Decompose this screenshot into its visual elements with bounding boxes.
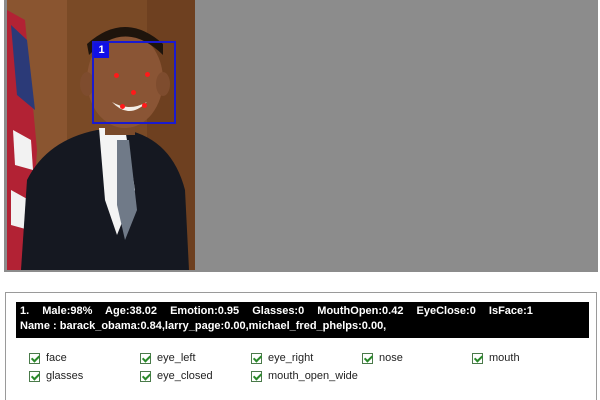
results-panel: 1. Male:98% Age:38.02 Emotion:0.95 Glass… bbox=[5, 292, 597, 400]
option-label: eye_right bbox=[268, 352, 314, 364]
face-checkbox[interactable] bbox=[29, 352, 40, 364]
eye-right-checkbox[interactable] bbox=[251, 352, 262, 364]
option-label: mouth_open_wide bbox=[268, 370, 358, 382]
glasses-value: Glasses:0 bbox=[252, 305, 305, 317]
mouth-open-wide-checkbox[interactable] bbox=[251, 370, 262, 382]
mouth-checkbox[interactable] bbox=[472, 352, 483, 364]
option-mouth[interactable]: mouth bbox=[472, 351, 520, 365]
option-label: eye_left bbox=[157, 352, 196, 364]
option-label: eye_closed bbox=[157, 370, 213, 382]
mouth-open-value: MouthOpen:0.42 bbox=[317, 305, 404, 317]
option-face[interactable]: face bbox=[29, 351, 67, 365]
face-id-badge: 1 bbox=[94, 43, 109, 58]
male-score: Male:98% bbox=[42, 305, 93, 317]
option-eye-right[interactable]: eye_right bbox=[251, 351, 313, 365]
option-label: face bbox=[46, 352, 67, 364]
option-eye-left[interactable]: eye_left bbox=[140, 351, 196, 365]
age-value: Age:38.02 bbox=[105, 305, 158, 317]
landmark-eye-left-dot bbox=[114, 73, 119, 78]
landmark-nose-dot bbox=[131, 90, 136, 95]
face-index: 1. bbox=[20, 305, 30, 317]
option-eye-closed[interactable]: eye_closed bbox=[140, 369, 213, 383]
nose-checkbox[interactable] bbox=[362, 352, 373, 364]
is-face-value: IsFace:1 bbox=[488, 305, 533, 317]
glasses-checkbox[interactable] bbox=[29, 370, 40, 382]
option-label: glasses bbox=[46, 370, 84, 382]
image-viewer: 1 bbox=[0, 0, 600, 274]
result-line-names: Name : barack_obama:0.84,larry_page:0.00… bbox=[20, 320, 387, 332]
option-glasses[interactable]: glasses bbox=[29, 369, 83, 383]
emotion-value: Emotion:0.95 bbox=[170, 305, 240, 317]
eye-close-value: EyeClose:0 bbox=[416, 305, 476, 317]
eye-left-checkbox[interactable] bbox=[140, 352, 151, 364]
option-label: mouth bbox=[489, 352, 520, 364]
option-mouth-open-wide[interactable]: mouth_open_wide bbox=[251, 369, 358, 383]
detection-result-box: 1. Male:98% Age:38.02 Emotion:0.95 Glass… bbox=[16, 302, 589, 338]
option-nose[interactable]: nose bbox=[362, 351, 403, 365]
landmark-mouth-left-dot bbox=[120, 104, 125, 109]
landmark-eye-right-dot bbox=[145, 72, 150, 77]
eye-closed-checkbox[interactable] bbox=[140, 370, 151, 382]
option-label: nose bbox=[379, 352, 403, 364]
landmark-mouth-right-dot bbox=[142, 103, 147, 108]
result-line-attributes: 1. Male:98% Age:38.02 Emotion:0.95 Glass… bbox=[20, 304, 585, 319]
face-bounding-box: 1 bbox=[92, 41, 176, 124]
